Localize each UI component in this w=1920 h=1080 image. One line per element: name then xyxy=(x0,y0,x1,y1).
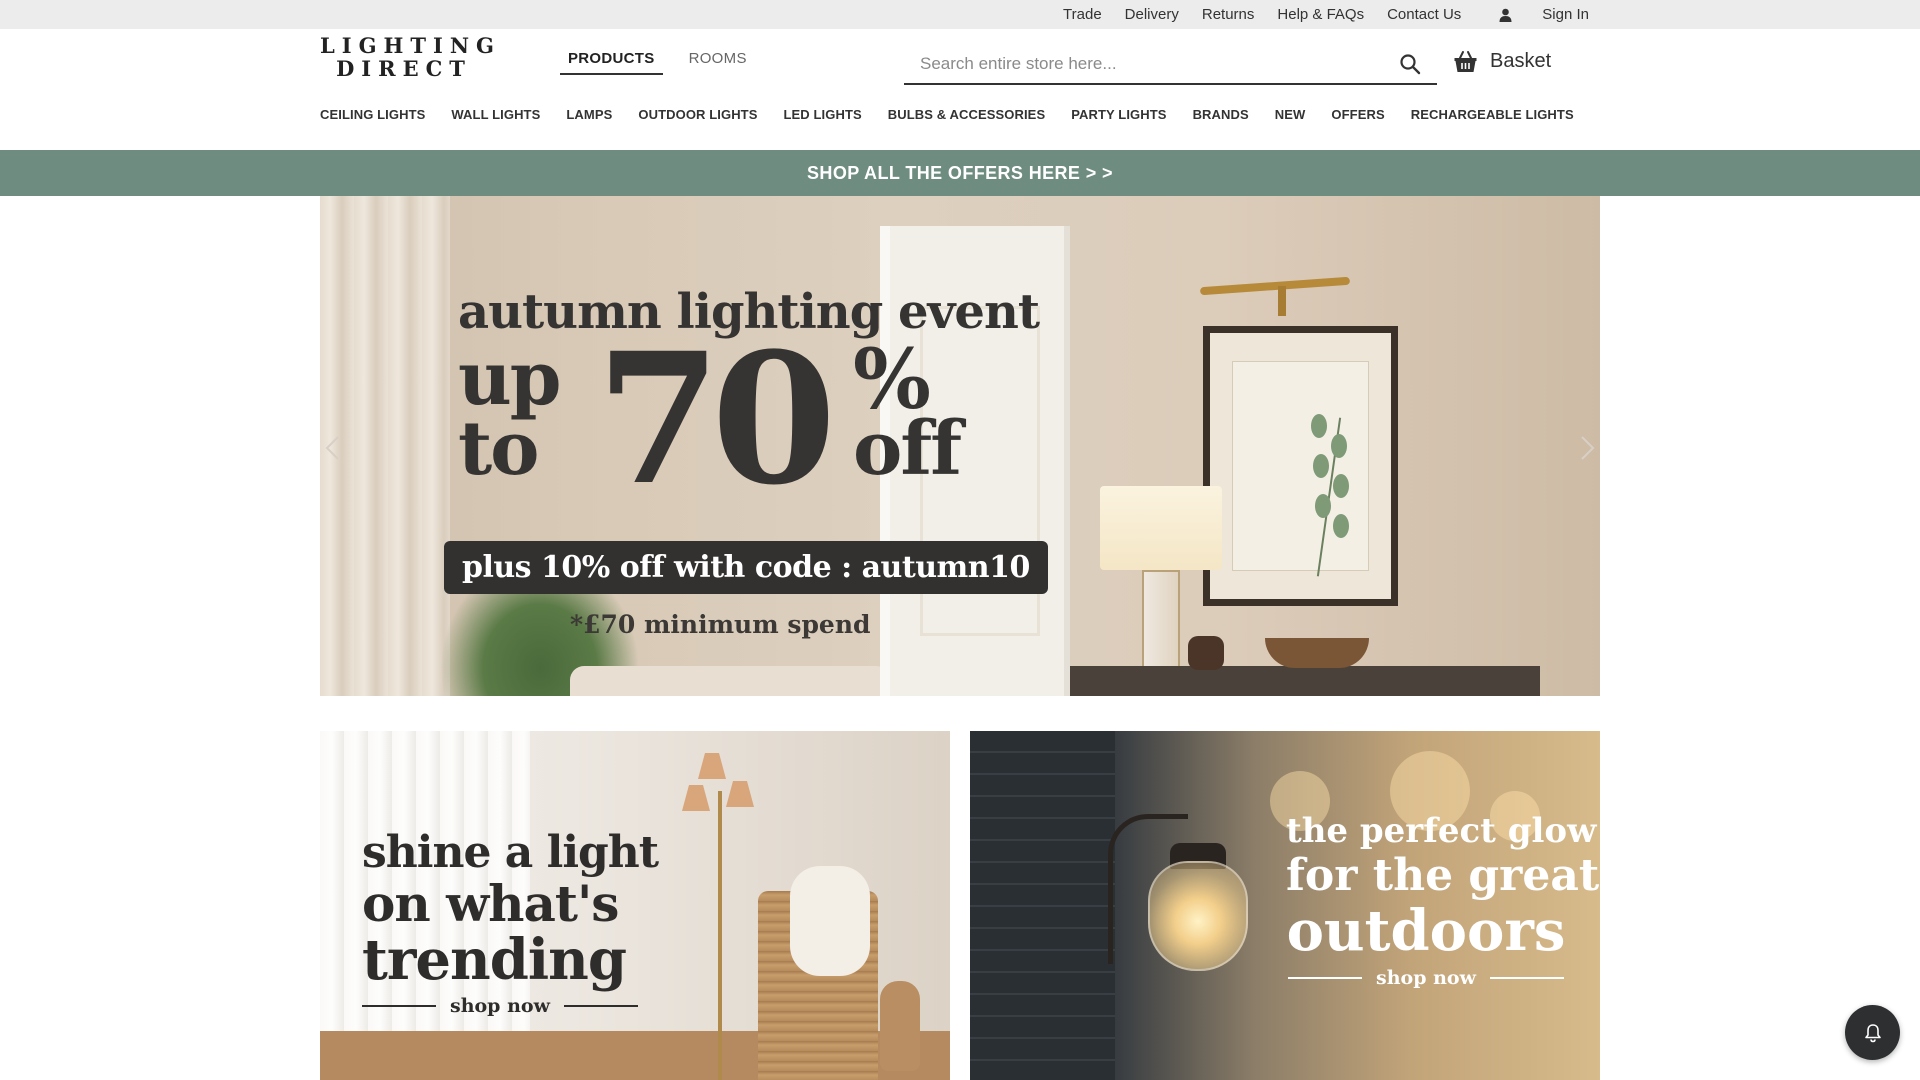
main-nav: CEILING LIGHTS WALL LIGHTS LAMPS OUTDOOR… xyxy=(320,104,1600,124)
hero-up: up xyxy=(458,336,562,422)
outdoors-shop-now-label: shop now xyxy=(1376,967,1476,989)
tab-products[interactable]: PRODUCTS xyxy=(560,50,663,75)
logo-line-2: DIRECT xyxy=(336,56,472,81)
utility-link-delivery[interactable]: Delivery xyxy=(1125,6,1179,23)
divider xyxy=(362,1005,436,1007)
nav-item-lamps[interactable]: LAMPS xyxy=(566,107,612,122)
sign-in-label: Sign In xyxy=(1542,6,1589,23)
chevron-right-icon[interactable] xyxy=(1577,434,1597,462)
hero-table-lamp-graphic xyxy=(1100,486,1222,570)
utility-link-contact-us[interactable]: Contact Us xyxy=(1387,6,1461,23)
nav-item-ceiling-lights[interactable]: CEILING LIGHTS xyxy=(320,107,425,122)
nav-item-led-lights[interactable]: LED LIGHTS xyxy=(784,107,862,122)
basket-button[interactable]: Basket xyxy=(1453,49,1551,74)
outdoors-shop-now[interactable]: shop now xyxy=(1286,967,1566,989)
basket-icon xyxy=(1454,51,1477,72)
hero-picture-light-graphic xyxy=(1199,276,1351,296)
outdoors-line-3: outdoors xyxy=(1286,898,1566,964)
trending-lamp-shade xyxy=(726,781,754,807)
nav-item-new[interactable]: NEW xyxy=(1275,107,1306,122)
nav-item-bulbs-accessories[interactable]: BULBS & ACCESSORIES xyxy=(888,107,1045,122)
hero-picture-frame-graphic xyxy=(1203,326,1398,606)
trending-vase-graphic xyxy=(880,981,920,1071)
utility-bar: Trade Delivery Returns Help & FAQs Conta… xyxy=(0,0,1920,29)
nav-item-party-lights[interactable]: PARTY LIGHTS xyxy=(1071,107,1166,122)
utility-link-help-faqs[interactable]: Help & FAQs xyxy=(1277,6,1364,23)
hero-picture-light-arm xyxy=(1278,286,1286,316)
divider xyxy=(563,1005,638,1007)
outdoors-headline: the perfect glow for the great outdoors … xyxy=(970,811,1600,989)
search-icon[interactable] xyxy=(1399,53,1421,75)
trending-shop-now[interactable]: shop now xyxy=(362,995,658,1017)
hero-to: to xyxy=(458,406,540,492)
nav-item-brands[interactable]: BRANDS xyxy=(1193,107,1249,122)
basket-label: Basket xyxy=(1490,50,1552,72)
utility-links: Trade Delivery Returns Help & FAQs Conta… xyxy=(1040,0,1589,29)
trending-throw-graphic xyxy=(790,866,870,976)
hero-carousel[interactable]: autumn lighting event up to 70 % off plu… xyxy=(320,196,1600,696)
search-input[interactable] xyxy=(920,49,1380,79)
utility-link-trade[interactable]: Trade xyxy=(1063,6,1102,23)
outdoors-line-1: the perfect glow xyxy=(1286,811,1597,851)
hero-table-lamp-base xyxy=(1142,570,1180,670)
bell-icon xyxy=(1864,1023,1881,1042)
hero-sofa-graphic xyxy=(570,666,890,696)
user-icon xyxy=(1499,8,1512,22)
hero-bowl-graphic xyxy=(1265,638,1369,668)
chevron-left-icon[interactable] xyxy=(323,434,343,462)
divider xyxy=(1288,977,1363,979)
hero-headline: autumn lighting event up to 70 % off xyxy=(458,286,1040,510)
notification-button[interactable] xyxy=(1845,1005,1900,1060)
trending-floor-lamp-graphic xyxy=(718,791,722,1080)
trending-shop-now-label: shop now xyxy=(450,995,550,1017)
hero-off: off xyxy=(853,406,962,492)
hero-sideboard-graphic xyxy=(1070,666,1540,696)
nav-item-offers[interactable]: OFFERS xyxy=(1331,107,1384,122)
trending-line-3: trending xyxy=(362,927,627,993)
offers-banner[interactable]: SHOP ALL THE OFFERS HERE > > xyxy=(0,150,1920,196)
trending-lamp-shade xyxy=(682,785,710,811)
hero-discount-number: 70 xyxy=(596,314,836,525)
promo-tile-trending[interactable]: shine a light on what's trending shop no… xyxy=(320,731,950,1080)
hero-minimum-spend: *£70 minimum spend xyxy=(570,610,871,639)
nav-item-outdoor-lights[interactable]: OUTDOOR LIGHTS xyxy=(638,107,757,122)
trending-line-1: shine a light xyxy=(362,827,659,878)
mode-tabs: PRODUCTS ROOMS xyxy=(560,50,755,75)
offers-banner-text: SHOP ALL THE OFFERS HERE > > xyxy=(807,162,1113,183)
outdoors-line-2: for the great xyxy=(1286,850,1600,901)
utility-link-returns[interactable]: Returns xyxy=(1202,6,1255,23)
nav-item-wall-lights[interactable]: WALL LIGHTS xyxy=(451,107,540,122)
divider xyxy=(1489,977,1564,979)
promo-tile-outdoors[interactable]: the perfect glow for the great outdoors … xyxy=(970,731,1600,1080)
site-logo[interactable]: LIGHTING DIRECT xyxy=(320,33,501,81)
hero-code-badge: plus 10% off with code : autumn10 xyxy=(444,541,1048,594)
nav-item-rechargeable-lights[interactable]: RECHARGEABLE LIGHTS xyxy=(1411,107,1574,122)
trending-line-2: on what's xyxy=(362,874,619,933)
tab-rooms[interactable]: ROOMS xyxy=(681,50,755,73)
sign-in-link[interactable]: Sign In xyxy=(1499,6,1589,23)
trending-headline: shine a light on what's trending shop no… xyxy=(362,827,659,1017)
hero-pot-graphic xyxy=(1188,636,1224,670)
trending-lamp-shade xyxy=(698,753,726,779)
logo-line-1: LIGHTING xyxy=(320,33,501,58)
search-bar xyxy=(904,47,1437,85)
